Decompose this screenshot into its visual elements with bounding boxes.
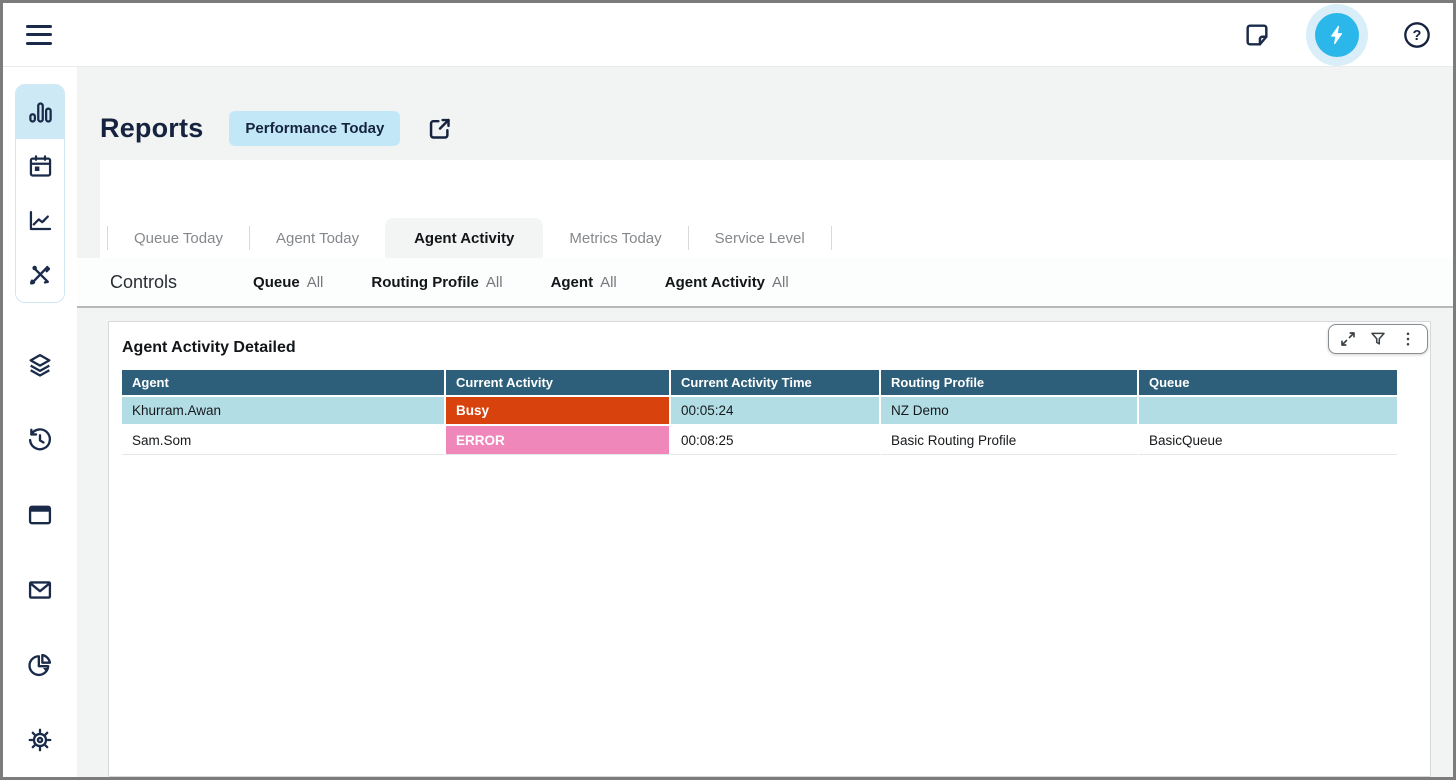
- column-header-queue: Queue: [1139, 370, 1397, 397]
- current-activity-cell: ERROR: [446, 426, 671, 455]
- sidebar-report-group: [15, 84, 65, 303]
- routing-profile-cell: Basic Routing Profile: [881, 426, 1139, 455]
- filter-button[interactable]: [1369, 330, 1387, 348]
- settings-icon: [26, 726, 54, 754]
- sidebar-item-metrics[interactable]: [16, 85, 64, 139]
- current-activity-cell: Busy: [446, 397, 671, 426]
- queue-cell: [1139, 397, 1397, 426]
- sidebar-secondary-group: [15, 327, 65, 777]
- table-row: Sam.Som ERROR 00:08:25 Basic Routing Pro…: [122, 426, 1397, 455]
- app-window: ?: [0, 0, 1456, 780]
- sidebar-item-dashboard[interactable]: [15, 477, 65, 552]
- tab-divider: [831, 226, 832, 250]
- tab-service-level[interactable]: Service Level: [689, 218, 831, 258]
- menu-icon[interactable]: [26, 25, 52, 45]
- page-header: Reports Performance Today: [77, 67, 1453, 160]
- controls-bar: Controls Queue All Routing Profile All A…: [77, 258, 1453, 308]
- sidebar: [3, 67, 77, 777]
- queue-cell: BasicQueue: [1139, 426, 1397, 455]
- sidebar-item-email[interactable]: [15, 552, 65, 627]
- report-tabs: Queue Today Agent Today Agent Activity M…: [100, 218, 832, 258]
- top-bar: ?: [3, 3, 1453, 67]
- tab-agent-today[interactable]: Agent Today: [250, 218, 385, 258]
- help-button[interactable]: ?: [1403, 21, 1431, 49]
- filter-icon: [1369, 330, 1387, 348]
- layers-icon: [26, 351, 54, 379]
- sidebar-item-schedule[interactable]: [16, 139, 64, 193]
- filter-queue[interactable]: Queue All: [253, 274, 323, 291]
- sidebar-item-designer[interactable]: [16, 248, 64, 302]
- sidebar-item-settings[interactable]: [15, 702, 65, 777]
- sidebar-item-history[interactable]: [15, 402, 65, 477]
- filter-agent-activity[interactable]: Agent Activity All: [665, 274, 789, 291]
- browser-window-icon: [26, 501, 54, 529]
- table-title: Agent Activity Detailed: [122, 339, 1430, 357]
- expand-button[interactable]: [1339, 330, 1357, 348]
- quick-connect-button[interactable]: [1315, 13, 1359, 57]
- column-header-agent: Agent: [122, 370, 446, 397]
- controls-label: Controls: [110, 272, 177, 293]
- svg-text:?: ?: [1413, 28, 1422, 44]
- expand-icon: [1339, 330, 1357, 348]
- agent-cell: Sam.Som: [122, 426, 446, 455]
- kebab-menu-icon: [1399, 330, 1417, 348]
- kebab-menu-button[interactable]: [1399, 330, 1417, 348]
- calendar-icon: [27, 153, 54, 180]
- open-report-button[interactable]: [426, 115, 453, 142]
- history-icon: [26, 426, 54, 454]
- routing-profile-cell: NZ Demo: [881, 397, 1139, 426]
- sidebar-item-analytics[interactable]: [16, 194, 64, 248]
- tab-queue-today[interactable]: Queue Today: [108, 218, 249, 258]
- main-content: Reports Performance Today Queue Toda: [77, 67, 1453, 777]
- column-header-routing-profile: Routing Profile: [881, 370, 1139, 397]
- agent-cell: Khurram.Awan: [122, 397, 446, 426]
- tab-band: Queue Today Agent Today Agent Activity M…: [100, 160, 1453, 258]
- notes-button[interactable]: [1243, 21, 1271, 49]
- agent-activity-table: Agent Current Activity Current Activity …: [122, 370, 1397, 455]
- lightning-icon: [1326, 24, 1348, 46]
- column-header-current-activity-time: Current Activity Time: [671, 370, 881, 397]
- report-card: Agent Activity Detailed Agent Current Ac…: [108, 321, 1431, 777]
- email-icon: [26, 576, 54, 604]
- filter-routing-profile[interactable]: Routing Profile All: [371, 274, 502, 291]
- filter-agent[interactable]: Agent All: [551, 274, 617, 291]
- line-chart-icon: [27, 207, 54, 234]
- notes-icon: [1243, 21, 1271, 49]
- pie-chart-icon: [26, 651, 54, 679]
- sidebar-item-flows[interactable]: [15, 327, 65, 402]
- design-tools-icon: [27, 261, 54, 288]
- top-bar-actions: ?: [1243, 13, 1431, 57]
- current-activity-time-cell: 00:05:24: [671, 397, 881, 426]
- table-row: Khurram.Awan Busy 00:05:24 NZ Demo: [122, 397, 1397, 426]
- page-title: Reports: [100, 113, 203, 144]
- external-link-icon: [426, 115, 453, 142]
- column-header-current-activity: Current Activity: [446, 370, 671, 397]
- current-activity-time-cell: 00:08:25: [671, 426, 881, 455]
- table-header-row: Agent Current Activity Current Activity …: [122, 370, 1397, 397]
- tab-metrics-today[interactable]: Metrics Today: [543, 218, 687, 258]
- help-icon: ?: [1403, 21, 1431, 49]
- tab-agent-activity[interactable]: Agent Activity: [385, 218, 543, 258]
- report-badge[interactable]: Performance Today: [229, 111, 400, 146]
- sidebar-item-reports[interactable]: [15, 627, 65, 702]
- bar-chart-icon: [27, 99, 54, 126]
- card-toolbar: [1328, 324, 1428, 354]
